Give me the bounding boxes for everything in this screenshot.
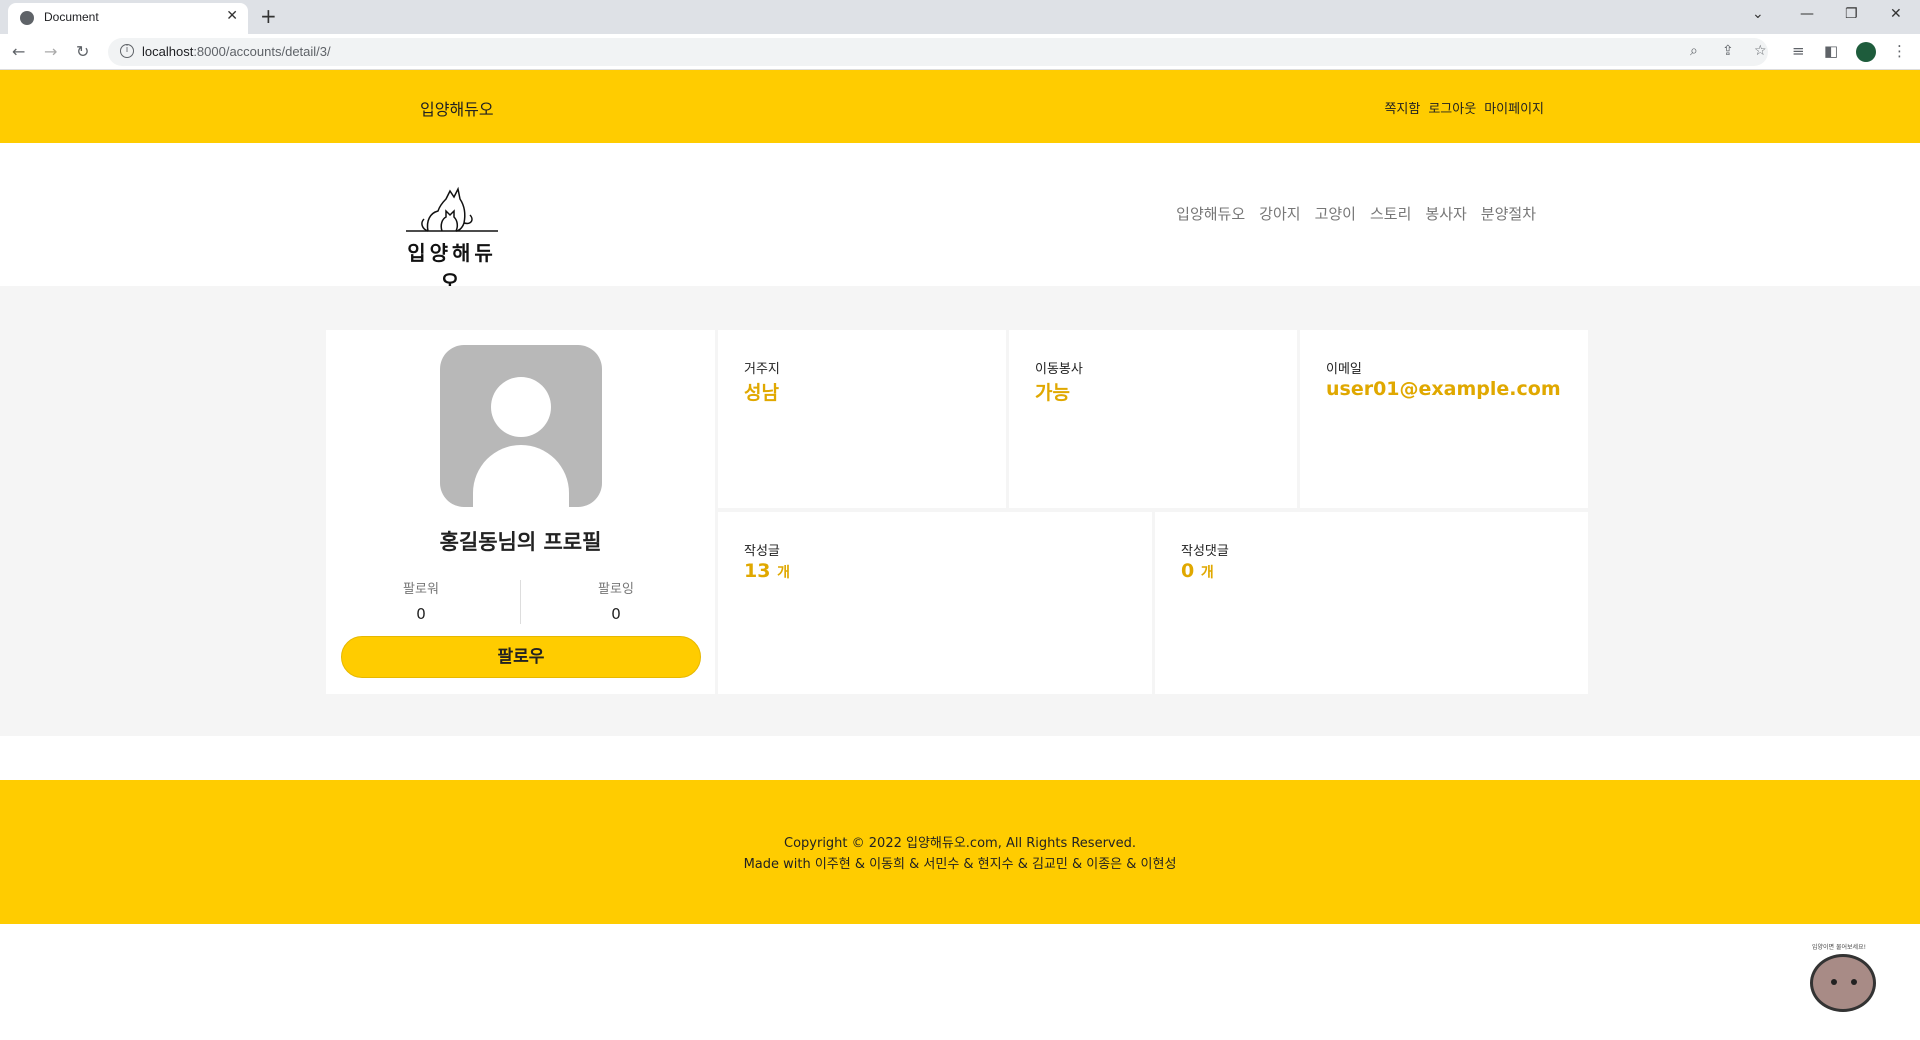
otter-eye-left xyxy=(1831,979,1837,985)
url-path: :8000/accounts/detail/3/ xyxy=(193,44,331,59)
tab-title: Document xyxy=(44,10,99,24)
logout-link[interactable]: 로그아웃 xyxy=(1428,98,1476,117)
main-nav: 입양해듀오 강아지 고양이 스토리 봉사자 분양절차 xyxy=(1176,203,1536,224)
tab-search-icon[interactable]: ⌄ xyxy=(1752,6,1764,22)
share-icon[interactable]: ⇪ xyxy=(1722,43,1734,59)
menu-kebab-icon[interactable]: ⋮ xyxy=(1892,42,1907,60)
nav-item-dogs[interactable]: 강아지 xyxy=(1259,203,1300,224)
otter-eye-right xyxy=(1851,979,1857,985)
footer-copyright: Copyright © 2022 입양해듀오.com, All Rights R… xyxy=(784,836,1136,851)
browser-tab-bar: Document ✕ + ⌄ — ❐ ✕ xyxy=(0,0,1920,34)
chatbot-bubble-text: 입양이면 물어보세요! xyxy=(1812,944,1866,951)
top-bar: 입양해듀오 쪽지함 로그아웃 마이페이지 xyxy=(0,70,1920,143)
profile-card: 홍길동님의 프로필 팔로워 0 팔로잉 0 팔로우 xyxy=(326,330,715,694)
residence-label: 거주지 xyxy=(744,362,780,377)
following-label: 팔로잉 xyxy=(598,582,634,597)
site-footer: Copyright © 2022 입양해듀오.com, All Rights R… xyxy=(0,780,1920,924)
nav-item-about[interactable]: 입양해듀오 xyxy=(1176,203,1245,224)
transport-label: 이동봉사 xyxy=(1035,362,1083,377)
posts-label: 작성글 xyxy=(744,544,780,559)
comments-value: 0 xyxy=(1181,560,1195,582)
nav-item-volunteer[interactable]: 봉사자 xyxy=(1425,203,1466,224)
footer-credits: Made with 이주현 & 이동희 & 서민수 & 현지수 & 김교민 & … xyxy=(743,857,1177,872)
avatar-head xyxy=(491,377,551,437)
url-host: localhost xyxy=(142,44,194,59)
residence-value: 성남 xyxy=(744,382,779,404)
comments-card[interactable]: 작성댓글 0 개 xyxy=(1155,512,1588,694)
posts-value: 13 xyxy=(744,560,771,582)
site-info-icon[interactable]: i xyxy=(120,44,134,58)
zoom-icon[interactable]: ⌕ xyxy=(1690,43,1698,59)
nav-item-adoption-process[interactable]: 분양절차 xyxy=(1481,203,1536,224)
otter-face-icon xyxy=(1810,954,1876,1012)
forward-icon[interactable]: → xyxy=(44,42,57,61)
follower-label: 팔로워 xyxy=(403,582,439,597)
reading-list-icon[interactable]: ≡ xyxy=(1792,42,1805,60)
nav-item-story[interactable]: 스토리 xyxy=(1370,203,1411,224)
url-text: localhost:8000/accounts/detail/3/ xyxy=(142,44,331,59)
comments-unit: 개 xyxy=(1200,565,1214,581)
comments-label: 작성댓글 xyxy=(1181,544,1229,559)
browser-tab[interactable]: Document ✕ xyxy=(8,3,248,34)
follower-stat[interactable]: 팔로워 0 xyxy=(326,578,516,623)
site-logo[interactable]: 입양해듀오 xyxy=(400,173,510,294)
posts-card[interactable]: 작성글 13 개 xyxy=(718,512,1152,694)
transport-card: 이동봉사 가능 xyxy=(1009,330,1297,508)
globe-icon xyxy=(20,11,34,25)
comments-count: 0 개 xyxy=(1181,560,1214,582)
reload-icon[interactable]: ↻ xyxy=(76,42,89,61)
close-window-icon[interactable]: ✕ xyxy=(1890,6,1902,22)
top-links: 쪽지함 로그아웃 마이페이지 xyxy=(1384,98,1544,117)
posts-unit: 개 xyxy=(777,565,790,581)
minimize-icon[interactable]: — xyxy=(1800,6,1814,22)
messages-link[interactable]: 쪽지함 xyxy=(1384,98,1420,117)
profile-avatar-icon[interactable] xyxy=(1856,42,1876,62)
restore-icon[interactable]: ❐ xyxy=(1845,6,1858,22)
top-brand-link[interactable]: 입양해듀오 xyxy=(420,96,494,120)
dog-cat-logo-icon xyxy=(406,186,498,232)
url-field[interactable]: i localhost:8000/accounts/detail/3/ ⌕ ⇪ … xyxy=(108,38,1768,66)
posts-count: 13 개 xyxy=(744,560,790,582)
following-count: 0 xyxy=(611,605,621,623)
email-card: 이메일 user01@example.com xyxy=(1300,330,1588,508)
avatar-body xyxy=(473,445,569,507)
new-tab-icon[interactable]: + xyxy=(260,4,277,28)
chatbot-widget[interactable]: 입양이면 물어보세요! xyxy=(1806,942,1882,1014)
email-value: user01@example.com xyxy=(1326,378,1561,400)
back-icon[interactable]: ← xyxy=(12,42,25,61)
tab-close-icon[interactable]: ✕ xyxy=(226,8,238,24)
site-header: 입양해듀오 입양해듀오 강아지 고양이 스토리 봉사자 분양절차 xyxy=(0,143,1920,294)
user-avatar-icon xyxy=(440,345,602,507)
transport-value: 가능 xyxy=(1035,382,1070,404)
follower-count: 0 xyxy=(416,605,426,623)
nav-item-cats[interactable]: 고양이 xyxy=(1315,203,1356,224)
follow-button[interactable]: 팔로우 xyxy=(341,636,701,678)
profile-section: 홍길동님의 프로필 팔로워 0 팔로잉 0 팔로우 거주지 성남 이동봉사 가능… xyxy=(0,286,1920,736)
following-stat[interactable]: 팔로잉 0 xyxy=(521,578,711,623)
bookmark-star-icon[interactable]: ☆ xyxy=(1754,43,1767,59)
residence-card: 거주지 성남 xyxy=(718,330,1006,508)
email-label: 이메일 xyxy=(1326,362,1362,377)
side-panel-icon[interactable]: ◧ xyxy=(1824,42,1838,60)
profile-title: 홍길동님의 프로필 xyxy=(439,530,602,554)
address-bar: ← → ↻ i localhost:8000/accounts/detail/3… xyxy=(0,34,1920,70)
mypage-link[interactable]: 마이페이지 xyxy=(1484,98,1544,117)
